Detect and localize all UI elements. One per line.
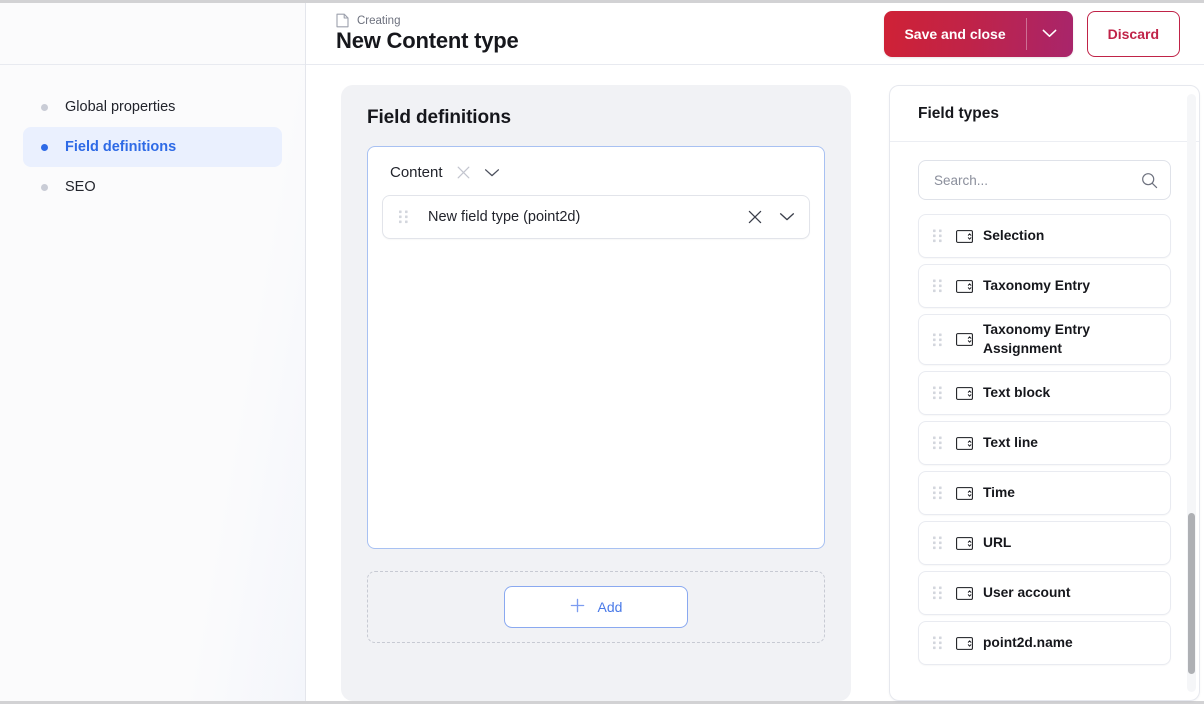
- field-type-label: URL: [983, 534, 1012, 550]
- sidebar-item-seo[interactable]: SEO: [23, 167, 282, 207]
- status-dot-icon: [41, 103, 48, 111]
- field-type-label: point2d.name: [983, 634, 1073, 650]
- breadcrumb-label: Creating: [357, 14, 401, 27]
- discard-button[interactable]: Discard: [1086, 10, 1180, 57]
- select-field-icon: [956, 436, 973, 450]
- field-type-item[interactable]: Taxonomy Entry: [918, 264, 1171, 308]
- save-options-dropdown-button[interactable]: [1027, 11, 1073, 57]
- sidebar-item-field-definitions[interactable]: Field definitions: [23, 127, 282, 167]
- search-icon[interactable]: [1141, 160, 1158, 200]
- select-field-icon: [956, 333, 973, 347]
- content-group-header: Content: [382, 161, 810, 181]
- field-type-label: Text block: [983, 384, 1051, 400]
- page-title: New Content type: [336, 28, 519, 54]
- select-field-icon: [956, 586, 973, 600]
- field-type-item[interactable]: Selection: [918, 214, 1171, 258]
- chevron-down-icon: [1042, 25, 1057, 43]
- content-group-label: Content: [390, 164, 443, 181]
- sidebar-item-label: Global properties: [65, 99, 176, 115]
- select-field-icon: [956, 386, 973, 400]
- field-types-body: Selection: [890, 142, 1199, 700]
- drag-handle-icon[interactable]: [933, 279, 942, 293]
- content-group-box: Content New field type (point2d): [367, 146, 825, 549]
- content-group-close-icon[interactable]: [456, 165, 471, 180]
- field-types-scrollbar[interactable]: [1187, 94, 1196, 692]
- field-close-icon[interactable]: [747, 209, 763, 225]
- drag-handle-icon[interactable]: [933, 536, 942, 550]
- select-field-icon: [956, 536, 973, 550]
- field-collapse-icon[interactable]: [779, 212, 795, 222]
- field-type-item[interactable]: Taxonomy Entry Assignment: [918, 314, 1171, 366]
- field-type-item[interactable]: Text block: [918, 371, 1171, 416]
- select-field-icon: [956, 229, 973, 243]
- add-field-button[interactable]: Add: [504, 586, 688, 628]
- field-type-label: Taxonomy Entry: [983, 277, 1091, 293]
- field-type-item[interactable]: Text line: [918, 421, 1171, 466]
- drag-handle-icon[interactable]: [933, 486, 942, 500]
- drag-handle-icon[interactable]: [933, 229, 942, 243]
- left-sidebar: Global properties Field definitions SEO: [0, 3, 306, 701]
- add-field-label: Add: [597, 599, 623, 615]
- field-types-title: Field types: [890, 86, 1199, 142]
- document-icon: [336, 13, 349, 28]
- page-header: Creating New Content type Save and close: [306, 3, 1204, 65]
- select-field-icon: [956, 486, 973, 500]
- sidebar-header-spacer: [0, 3, 305, 65]
- select-field-icon: [956, 279, 973, 293]
- content-group-collapse-icon[interactable]: [484, 168, 500, 178]
- header-left: Creating New Content type: [336, 13, 519, 53]
- field-definition-row[interactable]: New field type (point2d): [382, 195, 810, 239]
- add-field-dropzone: Add: [367, 571, 825, 643]
- drag-handle-icon[interactable]: [933, 586, 942, 600]
- status-dot-icon: [41, 143, 48, 151]
- field-type-label: Time: [983, 484, 1015, 500]
- field-type-item[interactable]: Time: [918, 471, 1171, 516]
- sidebar-item-label: SEO: [65, 179, 96, 195]
- field-type-label: Taxonomy Entry Assignment: [983, 322, 1091, 356]
- save-button-group: Save and close: [884, 10, 1073, 57]
- sidebar-item-global-properties[interactable]: Global properties: [23, 87, 282, 127]
- plus-icon: [570, 598, 585, 616]
- sidebar-item-label: Field definitions: [65, 139, 177, 155]
- breadcrumb: Creating: [336, 13, 519, 28]
- main-column: Creating New Content type Save and close: [306, 3, 1204, 701]
- drag-handle-icon[interactable]: [399, 210, 408, 224]
- search-input[interactable]: [918, 160, 1171, 200]
- app-window: Global properties Field definitions SEO: [0, 0, 1204, 704]
- sidebar-nav: Global properties Field definitions SEO: [0, 65, 305, 207]
- field-definition-label: New field type (point2d): [428, 209, 581, 225]
- status-dot-icon: [41, 183, 48, 191]
- field-type-label: Selection: [983, 227, 1045, 243]
- scrollbar-thumb[interactable]: [1188, 512, 1195, 675]
- select-field-icon: [956, 636, 973, 650]
- drag-handle-icon[interactable]: [933, 386, 942, 400]
- field-type-item[interactable]: User account: [918, 571, 1171, 616]
- header-actions: Save and close Discard: [884, 10, 1180, 57]
- drag-handle-icon[interactable]: [933, 636, 942, 650]
- field-type-item[interactable]: point2d.name: [918, 621, 1171, 666]
- field-definitions-panel: Field definitions Content New field type…: [341, 85, 851, 701]
- field-types-panel: Field types Search... Selection Taxonomy…: [889, 85, 1200, 701]
- save-and-close-button[interactable]: Save and close: [884, 11, 1025, 57]
- field-definitions-title: Field definitions: [367, 107, 511, 128]
- field-types-search: [918, 160, 1171, 200]
- drag-handle-icon[interactable]: [933, 436, 942, 450]
- drag-handle-icon[interactable]: [933, 333, 942, 347]
- field-types-list: Selection Taxonomy Entry Taxonomy Entry …: [918, 214, 1179, 666]
- field-type-label: User account: [983, 584, 1071, 600]
- field-type-label: Text line: [983, 434, 1038, 450]
- field-row-actions: [747, 209, 795, 225]
- field-type-item[interactable]: URL: [918, 521, 1171, 566]
- page-body: Field definitions Content New field type…: [306, 65, 1204, 701]
